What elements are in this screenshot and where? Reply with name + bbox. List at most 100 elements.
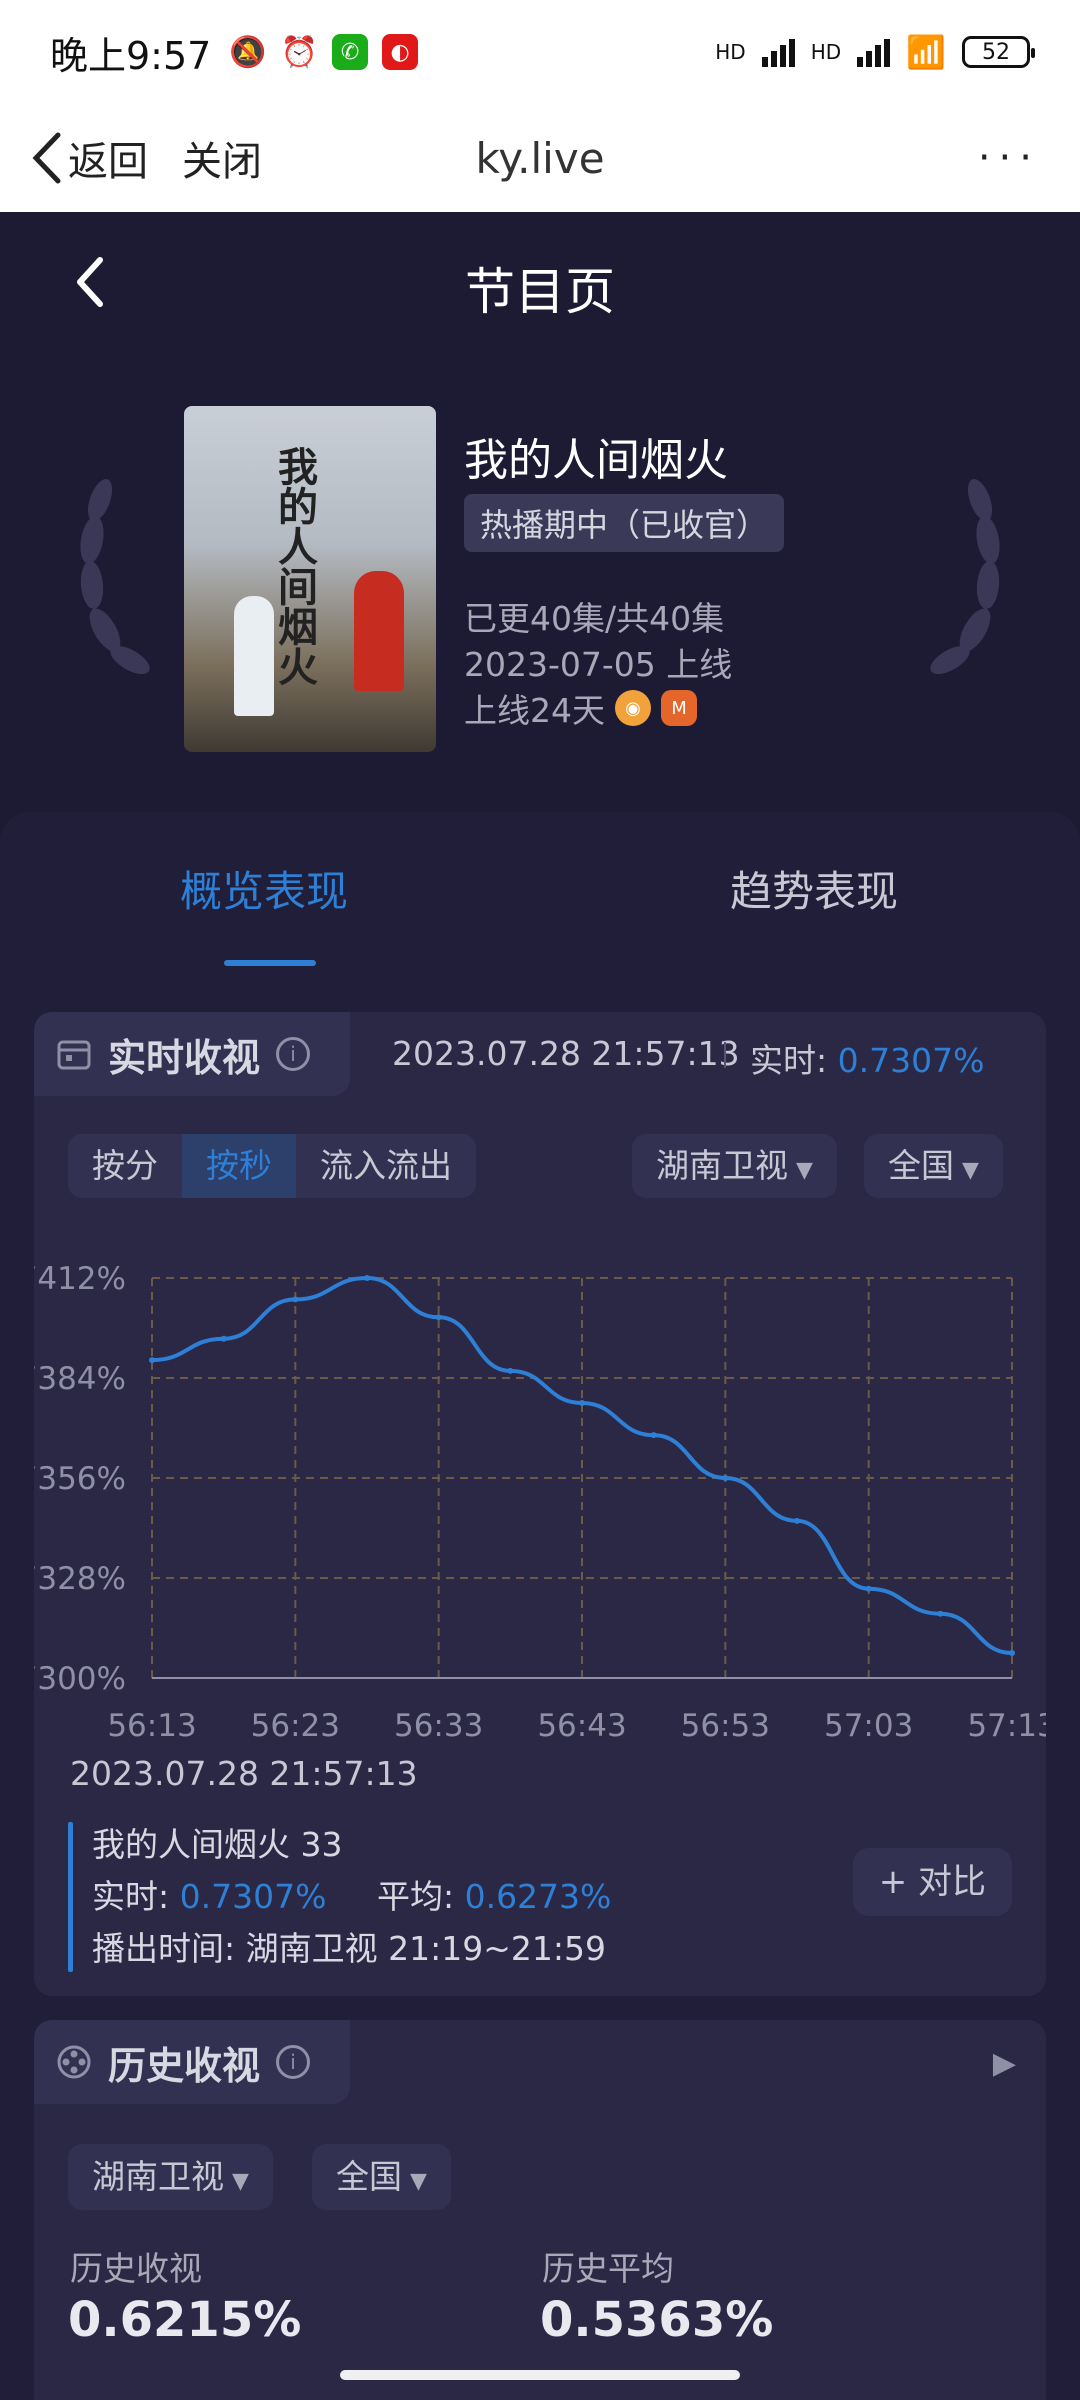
- poster-title: 我的人间烟火: [271, 446, 317, 686]
- page-header: 节目页: [0, 212, 1080, 352]
- realtime-label: 实时:: [92, 1877, 170, 1916]
- history-average-label: 历史平均: [542, 2249, 674, 2288]
- data-point: [220, 1335, 227, 1342]
- status-badge: 热播期中（已收官）: [464, 494, 785, 552]
- show-poster[interactable]: 我的人间烟火: [184, 406, 436, 752]
- realtime-live: 实时: 0.7307%: [750, 1034, 984, 1082]
- caret-down-icon: ▼: [410, 2169, 427, 2194]
- history-channel-value: 湖南卫视: [92, 2157, 224, 2196]
- x-tick-label: 57:13: [967, 1708, 1046, 1744]
- days-online: 上线24天: [464, 691, 605, 730]
- y-tick-label: 0.7384%: [34, 1361, 126, 1397]
- back-button[interactable]: 返回: [30, 129, 148, 187]
- calendar-icon: [57, 1040, 91, 1070]
- data-point: [722, 1475, 729, 1481]
- episode-count: 已更40集/共40集: [464, 599, 725, 638]
- history-rating-label: 历史收视: [70, 2249, 202, 2288]
- segment-flow[interactable]: 流入流出: [296, 1134, 476, 1198]
- back-label: 返回: [68, 139, 148, 185]
- average-label: 平均:: [376, 1877, 455, 1916]
- segment-by-minute[interactable]: 按分: [68, 1134, 182, 1198]
- battery-icon: 52: [962, 36, 1035, 68]
- laurel-left-icon: [80, 479, 150, 674]
- film-reel-icon: [57, 2045, 91, 2079]
- data-point: [435, 1314, 442, 1321]
- x-tick-label: 56:23: [251, 1708, 340, 1744]
- airtime: 播出时间: 湖南卫视 21:19~21:59: [92, 1929, 606, 1968]
- caret-down-icon: ▼: [796, 1158, 813, 1183]
- data-point: [865, 1585, 872, 1592]
- caret-down-icon: ▼: [232, 2169, 249, 2194]
- realtime-timestamp: 2023.07.28 21:57:13: [392, 1034, 740, 1073]
- caret-down-icon: ▼: [962, 1158, 979, 1183]
- info-icon[interactable]: i: [276, 2045, 311, 2079]
- data-point: [650, 1432, 657, 1439]
- history-card: 历史收视 i ▶ 湖南卫视 ▼ 全国 ▼ 历史收视 0.6215% 历史平均 0.5…: [34, 2020, 1046, 2400]
- divider: [724, 1042, 726, 1068]
- laurel-right-icon: [930, 479, 1000, 674]
- x-tick-label: 56:13: [107, 1708, 196, 1744]
- wechat-icon: ✆: [332, 34, 369, 70]
- show-title: 我的人间烟火: [464, 435, 728, 486]
- average-value: 0.6273%: [464, 1877, 612, 1916]
- history-region-value: 全国: [336, 2157, 402, 2196]
- channel-value: 湖南卫视: [656, 1146, 788, 1185]
- status-time: 晚上9:57: [50, 33, 212, 78]
- data-point: [364, 1275, 370, 1281]
- mango-tv-icon: M: [661, 690, 697, 726]
- hd-label: HD: [810, 40, 842, 64]
- compare-button[interactable]: + 对比: [852, 1848, 1012, 1916]
- history-channel-dropdown[interactable]: 湖南卫视 ▼: [68, 2144, 273, 2210]
- data-point: [1009, 1650, 1015, 1656]
- channel-dropdown[interactable]: 湖南卫视 ▼: [632, 1134, 837, 1198]
- live-value: 0.7307%: [837, 1041, 985, 1080]
- y-tick-label: 0.7300%: [34, 1661, 126, 1697]
- history-average-value: 0.5363%: [540, 2292, 774, 2348]
- page-title: 节目页: [465, 263, 615, 321]
- history-title: 历史收视: [108, 2043, 261, 2088]
- data-point: [507, 1367, 514, 1374]
- live-label: 实时:: [750, 1041, 828, 1080]
- data-point: [149, 1357, 155, 1364]
- page-domain: ky.live: [475, 133, 605, 183]
- granularity-switch: 按分 按秒 流入流出: [68, 1134, 476, 1198]
- wifi-icon: 📶: [906, 33, 946, 71]
- status-bar: 晚上9:57 🔕 ⏰ ✆ ◐ HD HD 📶 52: [0, 0, 1080, 104]
- data-point: [937, 1610, 944, 1617]
- poster-figure: [354, 571, 404, 691]
- history-rating-value: 0.6215%: [68, 2292, 302, 2348]
- realtime-value: 0.7307%: [179, 1877, 327, 1916]
- close-button[interactable]: 关闭: [182, 129, 262, 187]
- region-dropdown[interactable]: 全国 ▼: [864, 1134, 1003, 1198]
- realtime-header: 实时收视 i: [34, 1012, 350, 1096]
- realtime-card: 实时收视 i 2023.07.28 21:57:13 实时: 0.7307% 按…: [34, 1012, 1046, 1996]
- realtime-chart[interactable]: 0.7412% 0.7384% 0.7356% 0.7328% 0.7300% 56:13…: [34, 1232, 1046, 1752]
- home-indicator[interactable]: [340, 2370, 740, 2380]
- history-region-dropdown[interactable]: 全国 ▼: [312, 2144, 451, 2210]
- browser-bar: 返回 关闭 ky.live ···: [0, 104, 1080, 212]
- selected-time: 2023.07.28 21:57:13: [70, 1754, 418, 1793]
- chevron-left-icon: [32, 132, 61, 184]
- app-notification-icon: ◐: [382, 34, 419, 70]
- series-marker: [68, 1822, 73, 1972]
- selected-show: 我的人间烟火 33: [92, 1825, 343, 1864]
- history-header: 历史收视 i: [34, 2020, 350, 2104]
- x-tick-label: 56:43: [537, 1708, 626, 1744]
- more-menu-button[interactable]: ···: [978, 135, 1040, 181]
- data-point: [794, 1517, 800, 1524]
- play-arrow-icon[interactable]: ▶: [993, 2046, 1016, 2081]
- hunan-tv-icon: ◉: [615, 690, 651, 726]
- x-tick-label: 56:33: [394, 1708, 483, 1744]
- data-point: [292, 1296, 299, 1303]
- poster-figure: [234, 596, 274, 716]
- y-tick-label: 0.7328%: [34, 1561, 126, 1597]
- hd-label: HD: [715, 40, 746, 64]
- info-icon[interactable]: i: [276, 1037, 311, 1071]
- tab-trend[interactable]: 趋势表现: [730, 858, 898, 919]
- days-online-row: 上线24天 ◉ M: [464, 684, 697, 732]
- region-value: 全国: [888, 1146, 954, 1185]
- segment-by-second[interactable]: 按秒: [182, 1134, 296, 1198]
- premiere-date: 2023-07-05 上线: [464, 645, 733, 684]
- tab-overview[interactable]: 概览表现: [180, 858, 348, 919]
- y-tick-label: 0.7412%: [34, 1261, 126, 1297]
